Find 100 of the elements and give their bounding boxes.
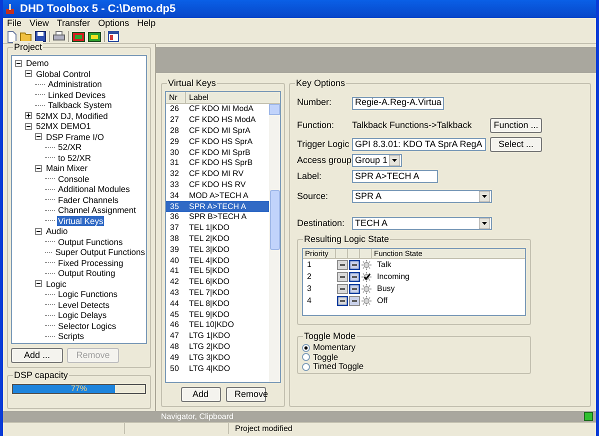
dropdown-arrow-icon[interactable] <box>389 155 400 166</box>
list-row[interactable]: 40 TEL 4|KDO <box>166 255 269 266</box>
radio-button[interactable] <box>302 353 310 362</box>
tree-item[interactable]: Logic <box>45 278 68 289</box>
tree-item[interactable]: Level Detects <box>57 300 110 310</box>
tree-item[interactable]: Fixed Processing <box>57 258 124 268</box>
menu-item[interactable]: Options <box>94 17 134 31</box>
list-action-button[interactable]: Remove <box>226 387 266 402</box>
switch-icon[interactable] <box>336 272 348 282</box>
function-button[interactable]: Function ... <box>490 118 542 133</box>
tree-item[interactable]: Audio <box>45 226 69 236</box>
print-icon[interactable] <box>53 31 65 42</box>
collapse-icon[interactable] <box>35 164 42 172</box>
list-row[interactable]: 26 CF KDO MI ModA <box>166 104 269 115</box>
menu-item[interactable]: File <box>3 17 26 31</box>
text-field[interactable]: GPI 8.3.01: KDO TA SprA RegA <box>352 138 486 151</box>
window-icon[interactable] <box>108 31 119 42</box>
list-row[interactable]: 45 TEL 9|KDO <box>166 309 269 320</box>
tree-item[interactable]: to 52/XR <box>57 152 92 163</box>
tree-item[interactable]: Administration <box>47 79 103 90</box>
tree-item[interactable]: Main Mixer <box>45 163 89 174</box>
list-row[interactable]: 27 CF KDO HS ModA <box>166 114 269 126</box>
switch-icon[interactable] <box>348 272 360 282</box>
collapse-icon[interactable] <box>35 280 42 288</box>
group-title: Virtual Keys <box>167 77 217 89</box>
text-field[interactable]: SPR A>TECH A <box>352 170 438 183</box>
column-header[interactable]: Label <box>186 92 280 103</box>
list-row[interactable]: 37 TEL 1|KDO <box>166 222 269 234</box>
radio-button[interactable] <box>302 344 310 352</box>
list-row[interactable]: 32 CF KDO MI RV <box>166 168 269 180</box>
expand-icon[interactable] <box>25 112 32 120</box>
tree-item[interactable]: Output Functions <box>57 236 124 247</box>
collapse-icon[interactable] <box>35 133 42 140</box>
tree-item[interactable]: Channel Assignment <box>57 205 137 216</box>
tree-item[interactable]: Global Control <box>35 68 92 79</box>
tree-item[interactable]: Additional Modules <box>57 184 131 194</box>
collapse-icon[interactable] <box>35 228 42 235</box>
switch-icon[interactable] <box>348 296 360 306</box>
tree-item[interactable]: Scripts <box>57 331 85 342</box>
tree-item[interactable]: Demo <box>25 58 50 68</box>
dropdown[interactable]: TECH A <box>352 217 492 230</box>
list-row[interactable]: 41 TEL 5|KDO <box>166 266 269 277</box>
switch-icon[interactable] <box>336 284 348 294</box>
tree-item[interactable]: Fader Channels <box>57 194 120 205</box>
switch-icon[interactable] <box>348 284 360 294</box>
device-icon[interactable] <box>88 32 101 42</box>
list-row[interactable]: 42 TEL 6|KDO <box>166 276 269 288</box>
dropdown-arrow-icon[interactable] <box>479 218 490 229</box>
radio-button[interactable] <box>302 362 310 371</box>
collapse-icon[interactable] <box>25 122 32 130</box>
scrollbar[interactable] <box>269 104 280 382</box>
tree-item[interactable]: Console <box>57 174 90 184</box>
list-row[interactable]: 46 TEL 10|KDO <box>166 320 269 331</box>
select-button[interactable]: Select ... <box>490 137 542 152</box>
list-row[interactable]: 29 CF KDO HS SprA <box>166 136 269 148</box>
tree-item[interactable]: 52/XR <box>57 142 83 152</box>
save-icon[interactable] <box>35 31 46 42</box>
list-row[interactable]: 47 LTG 1|KDO <box>166 330 269 342</box>
tree-item[interactable]: Linked Devices <box>47 90 107 100</box>
list-row[interactable]: 50 LTG 4|KDO <box>166 363 269 374</box>
tree-item[interactable]: Virtual Keys <box>57 216 104 226</box>
switch-icon[interactable] <box>348 260 360 270</box>
list-row[interactable]: 35 SPR A>TECH A <box>166 201 269 212</box>
tree-item[interactable]: Super Output Functions <box>54 247 146 258</box>
list-row[interactable]: 39 TEL 3|KDO <box>166 244 269 256</box>
tree-action-button[interactable]: Add ... <box>11 348 63 363</box>
text-field[interactable]: Regie-A.Reg-A.Virtua <box>352 96 444 110</box>
list-row[interactable]: 33 CF KDO HS RV <box>166 180 269 190</box>
column-header[interactable]: Nr <box>166 92 186 103</box>
device-icon[interactable] <box>72 32 85 42</box>
dropdown-arrow-icon[interactable] <box>479 191 490 202</box>
switch-icon[interactable] <box>336 296 348 306</box>
list-row[interactable]: 31 CF KDO HS SprB <box>166 158 269 169</box>
tree-item[interactable]: Talkback System <box>47 100 113 110</box>
list-row[interactable]: 36 SPR B>TECH A <box>166 212 269 223</box>
tree-item[interactable]: Selector Logics <box>57 320 118 331</box>
menu-item[interactable]: Transfer <box>52 17 94 31</box>
list-row[interactable]: 38 TEL 2|KDO <box>166 234 269 244</box>
list-action-button[interactable]: Add <box>180 387 220 402</box>
tree-item[interactable]: Logic Delays <box>57 310 108 320</box>
menu-item[interactable]: Help <box>133 17 160 31</box>
tree-item[interactable]: DSP Frame I/O <box>45 132 105 142</box>
new-file-icon[interactable] <box>7 30 17 42</box>
tree-item[interactable]: Logic Functions <box>57 289 119 300</box>
list-row[interactable]: 44 TEL 8|KDO <box>166 298 269 310</box>
dropdown[interactable]: Group 1 <box>352 154 402 167</box>
menu-item[interactable]: View <box>26 17 53 31</box>
dropdown[interactable]: SPR A <box>352 190 492 203</box>
collapse-icon[interactable] <box>15 60 22 67</box>
list-row[interactable]: 30 CF KDO MI SprB <box>166 147 269 158</box>
switch-icon[interactable] <box>336 260 348 270</box>
list-row[interactable]: 49 LTG 3|KDO <box>166 352 269 364</box>
list-row[interactable]: 34 MOD A>TECH A <box>166 190 269 202</box>
collapse-icon[interactable] <box>25 70 32 78</box>
list-row[interactable]: 43 TEL 7|KDO <box>166 288 269 298</box>
list-row[interactable]: 48 LTG 2|KDO <box>166 342 269 352</box>
tree-item[interactable]: Output Routing <box>57 268 116 278</box>
list-row[interactable]: 28 CF KDO MI SprA <box>166 126 269 136</box>
tree-item[interactable]: 52MX DEMO1 <box>35 121 92 132</box>
tree-item[interactable]: 52MX DJ, Modified <box>35 110 109 121</box>
